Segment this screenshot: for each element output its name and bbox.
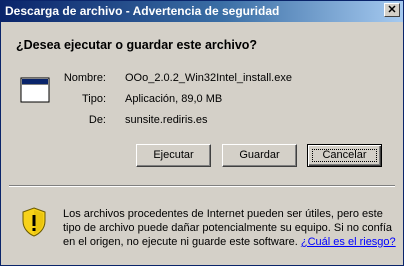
- type-label: Tipo:: [81, 93, 106, 105]
- save-button[interactable]: Guardar: [222, 144, 297, 167]
- save-button-label: Guardar: [239, 149, 280, 161]
- warning-line-2: tipo de archivo puede dañar potencialmen…: [63, 222, 393, 234]
- warning-line-3-text: en el origen, no ejecute ni guarde este …: [63, 236, 298, 248]
- close-icon: ✕: [387, 4, 397, 16]
- close-button[interactable]: ✕: [384, 3, 400, 17]
- warning-line-3: en el origen, no ejecute ni guarde este …: [63, 235, 396, 249]
- file-name-value: OOo_2.0.2_Win32Intel_install.exe: [125, 72, 292, 84]
- title-bar[interactable]: Descarga de archivo - Advertencia de seg…: [1, 1, 403, 22]
- download-security-dialog: Descarga de archivo - Advertencia de seg…: [0, 0, 404, 266]
- security-warning-text: Los archivos procedentes de Internet pue…: [63, 207, 396, 249]
- from-label: De:: [88, 114, 106, 126]
- separator-highlight: [9, 186, 395, 187]
- security-shield-icon: [22, 207, 46, 237]
- file-type-value: Aplicación, 89,0 MB: [125, 93, 223, 105]
- focus-rectangle: [312, 149, 377, 162]
- warning-line-1: Los archivos procedentes de Internet pue…: [63, 208, 383, 220]
- risk-info-link[interactable]: ¿Cuál es el riesgo?: [301, 236, 396, 248]
- window-title: Descarga de archivo - Advertencia de seg…: [5, 4, 280, 18]
- application-window-icon: [20, 77, 50, 103]
- cancel-button[interactable]: Cancelar: [307, 144, 382, 167]
- file-source-value: sunsite.rediris.es: [125, 114, 208, 126]
- run-button[interactable]: Ejecutar: [136, 144, 211, 167]
- run-button-label: Ejecutar: [153, 149, 194, 161]
- dialog-question: ¿Desea ejecutar o guardar este archivo?: [16, 38, 258, 52]
- name-label: Nombre:: [63, 72, 106, 84]
